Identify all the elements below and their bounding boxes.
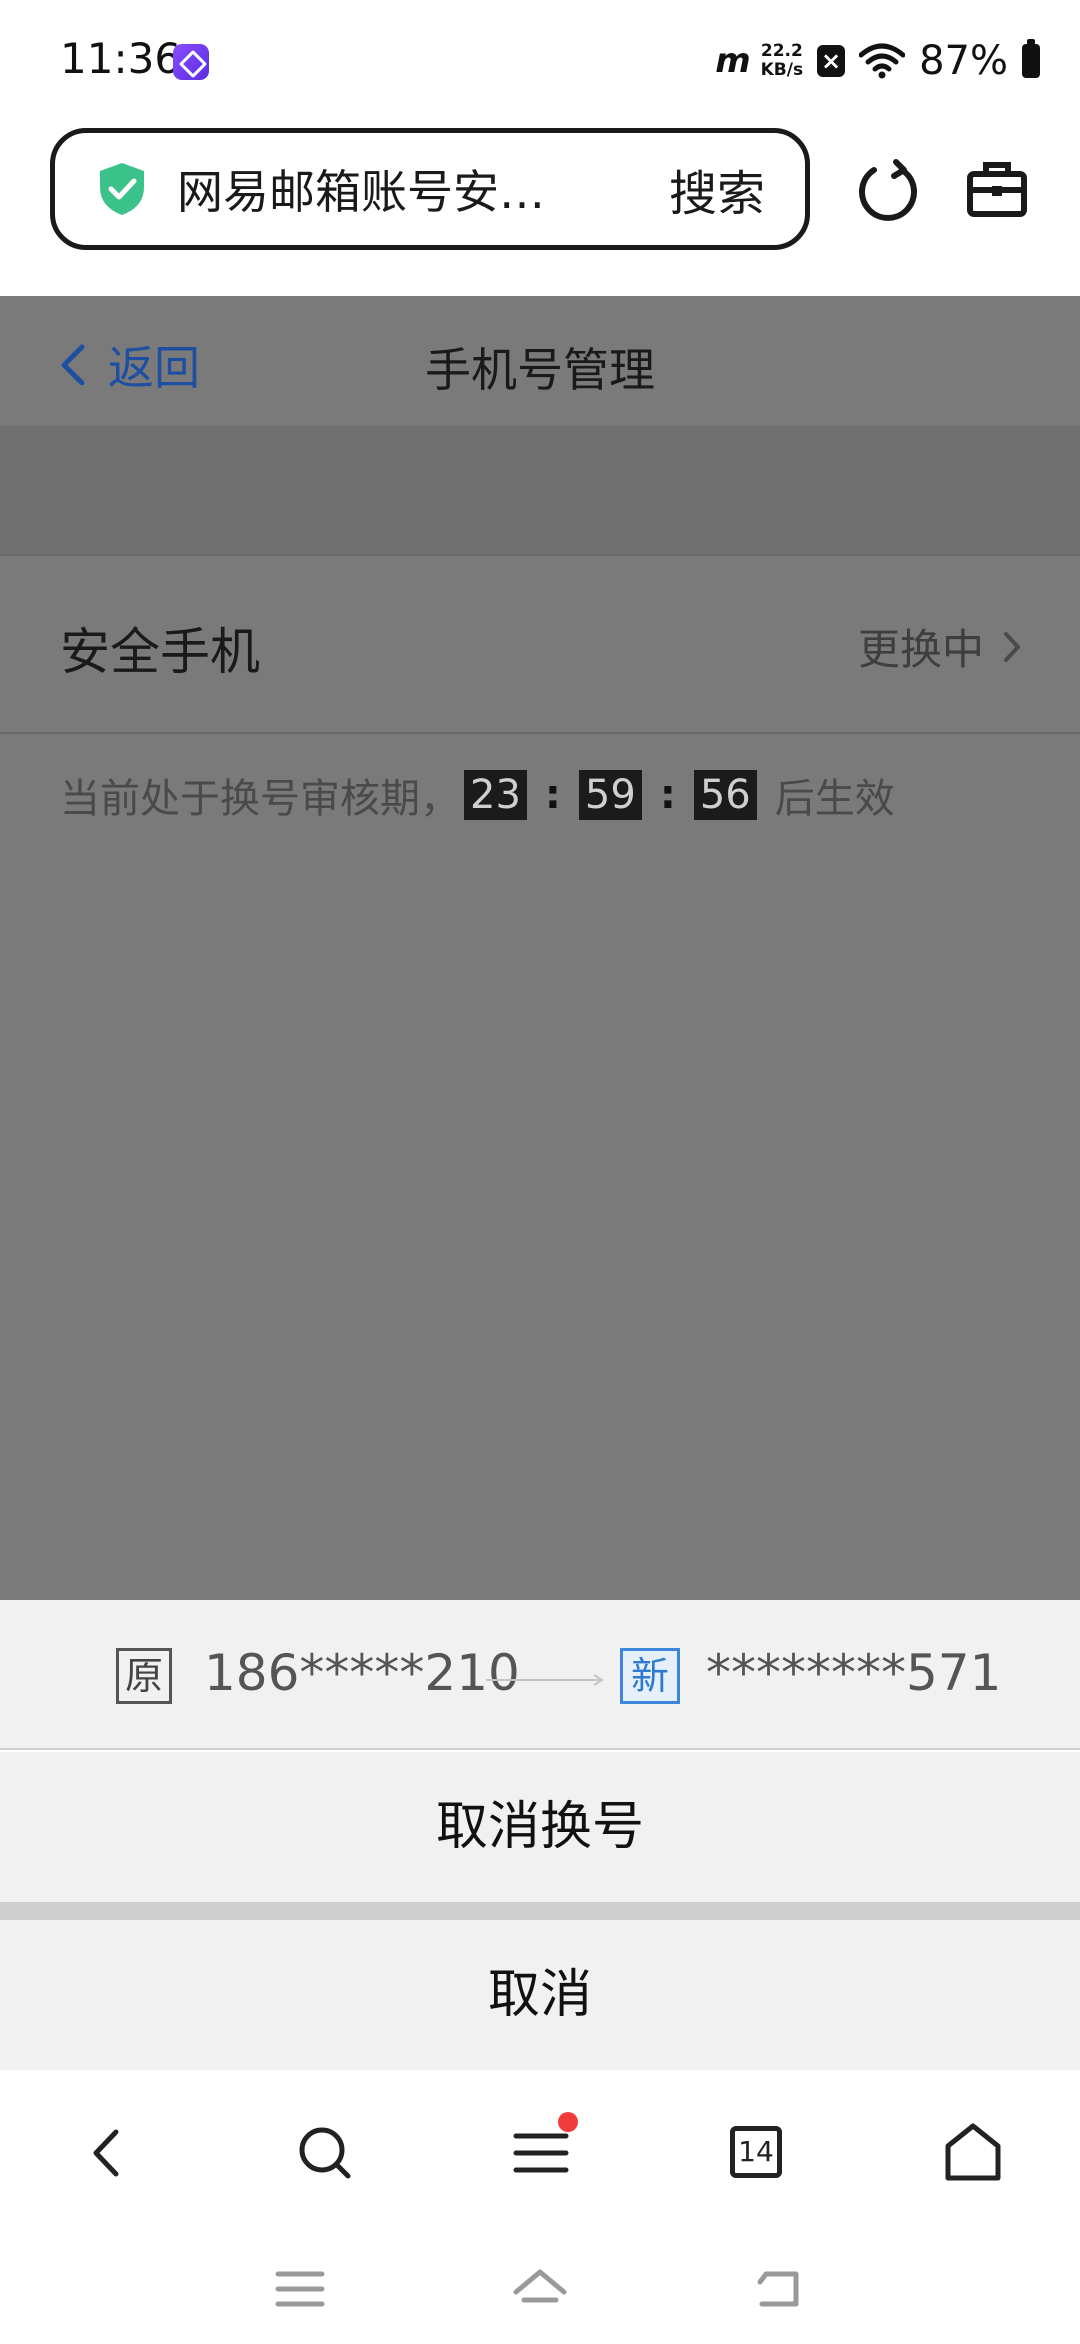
browser-address-bar: 网易邮箱账号安… 搜索	[0, 120, 1080, 296]
system-home-icon[interactable]	[512, 2264, 568, 2314]
spacer-band	[0, 426, 1080, 554]
recents-icon[interactable]	[272, 2264, 328, 2314]
system-nav-bar	[0, 2224, 1080, 2344]
new-tag: 新	[620, 1648, 680, 1704]
page-content: 返回 手机号管理 安全手机 更换中 当前处于换号审核期， 23 : 59 : 5…	[0, 296, 1080, 1600]
network-speed: 22.2 KB/s	[761, 42, 803, 80]
cancel-change-button[interactable]: 取消换号	[0, 1752, 1080, 1902]
phone-status-text: 更换中	[857, 625, 984, 674]
browser-toolbar: 14	[0, 2070, 1080, 2224]
page-title: 手机号管理	[425, 343, 655, 397]
home-icon[interactable]	[938, 2118, 1008, 2188]
battery-percent: 87%	[919, 38, 1008, 84]
url-box[interactable]: 网易邮箱账号安… 搜索	[50, 128, 810, 250]
old-tag: 原	[116, 1648, 172, 1704]
timer-minutes: 59	[578, 770, 642, 820]
new-number: ********571	[706, 1644, 1002, 1702]
notification-dot	[558, 2112, 578, 2132]
search-icon[interactable]	[290, 2118, 360, 2188]
network-m-icon: m	[715, 41, 750, 81]
back-icon[interactable]	[72, 2118, 142, 2188]
menu-button[interactable]	[506, 2112, 578, 2188]
number-change-info: 原 186*****210 新 ********571	[0, 1600, 1080, 1750]
status-time: 11:36	[60, 34, 182, 83]
app-notification-icon	[173, 44, 209, 80]
toolbox-icon[interactable]	[966, 160, 1028, 218]
timer-separator: :	[659, 772, 676, 818]
reload-icon[interactable]	[856, 158, 920, 222]
search-button[interactable]: 搜索	[669, 154, 765, 224]
network-speed-value: 22.2	[760, 41, 803, 61]
review-notice: 当前处于换号审核期， 23 : 59 : 56 后生效	[60, 766, 895, 824]
timer-hours: 23	[464, 770, 527, 820]
battery-icon	[1022, 39, 1040, 78]
security-phone-row[interactable]: 安全手机 更换中	[0, 554, 1080, 734]
sim-off-icon: ×	[817, 45, 846, 77]
status-bar: 11:36 m 22.2 KB/s × 87%	[0, 0, 1080, 120]
notice-prefix: 当前处于换号审核期，	[60, 776, 460, 822]
security-phone-label: 安全手机	[60, 623, 260, 681]
timer-seconds: 56	[693, 770, 757, 820]
phone-status: 更换中	[858, 616, 1022, 677]
old-number: 186*****210	[204, 1644, 520, 1702]
tabs-count: 14	[730, 2126, 782, 2178]
cancel-button[interactable]: 取消	[0, 1920, 1080, 2070]
arrow-right-icon	[486, 1674, 604, 1686]
network-speed-unit: KB/s	[760, 60, 804, 80]
timer-separator: :	[544, 772, 561, 818]
security-shield-icon	[100, 163, 144, 215]
system-back-icon[interactable]	[752, 2264, 808, 2314]
page-navbar: 返回 手机号管理	[0, 296, 1080, 426]
chevron-right-icon	[1004, 631, 1020, 662]
url-text[interactable]: 网易邮箱账号安…	[177, 156, 577, 222]
tabs-button[interactable]: 14	[730, 2126, 782, 2178]
status-icons: m 22.2 KB/s × 87%	[715, 34, 1040, 88]
notice-suffix: 后生效	[774, 776, 895, 822]
sheet-divider	[0, 1902, 1080, 1920]
wifi-icon	[859, 43, 906, 79]
